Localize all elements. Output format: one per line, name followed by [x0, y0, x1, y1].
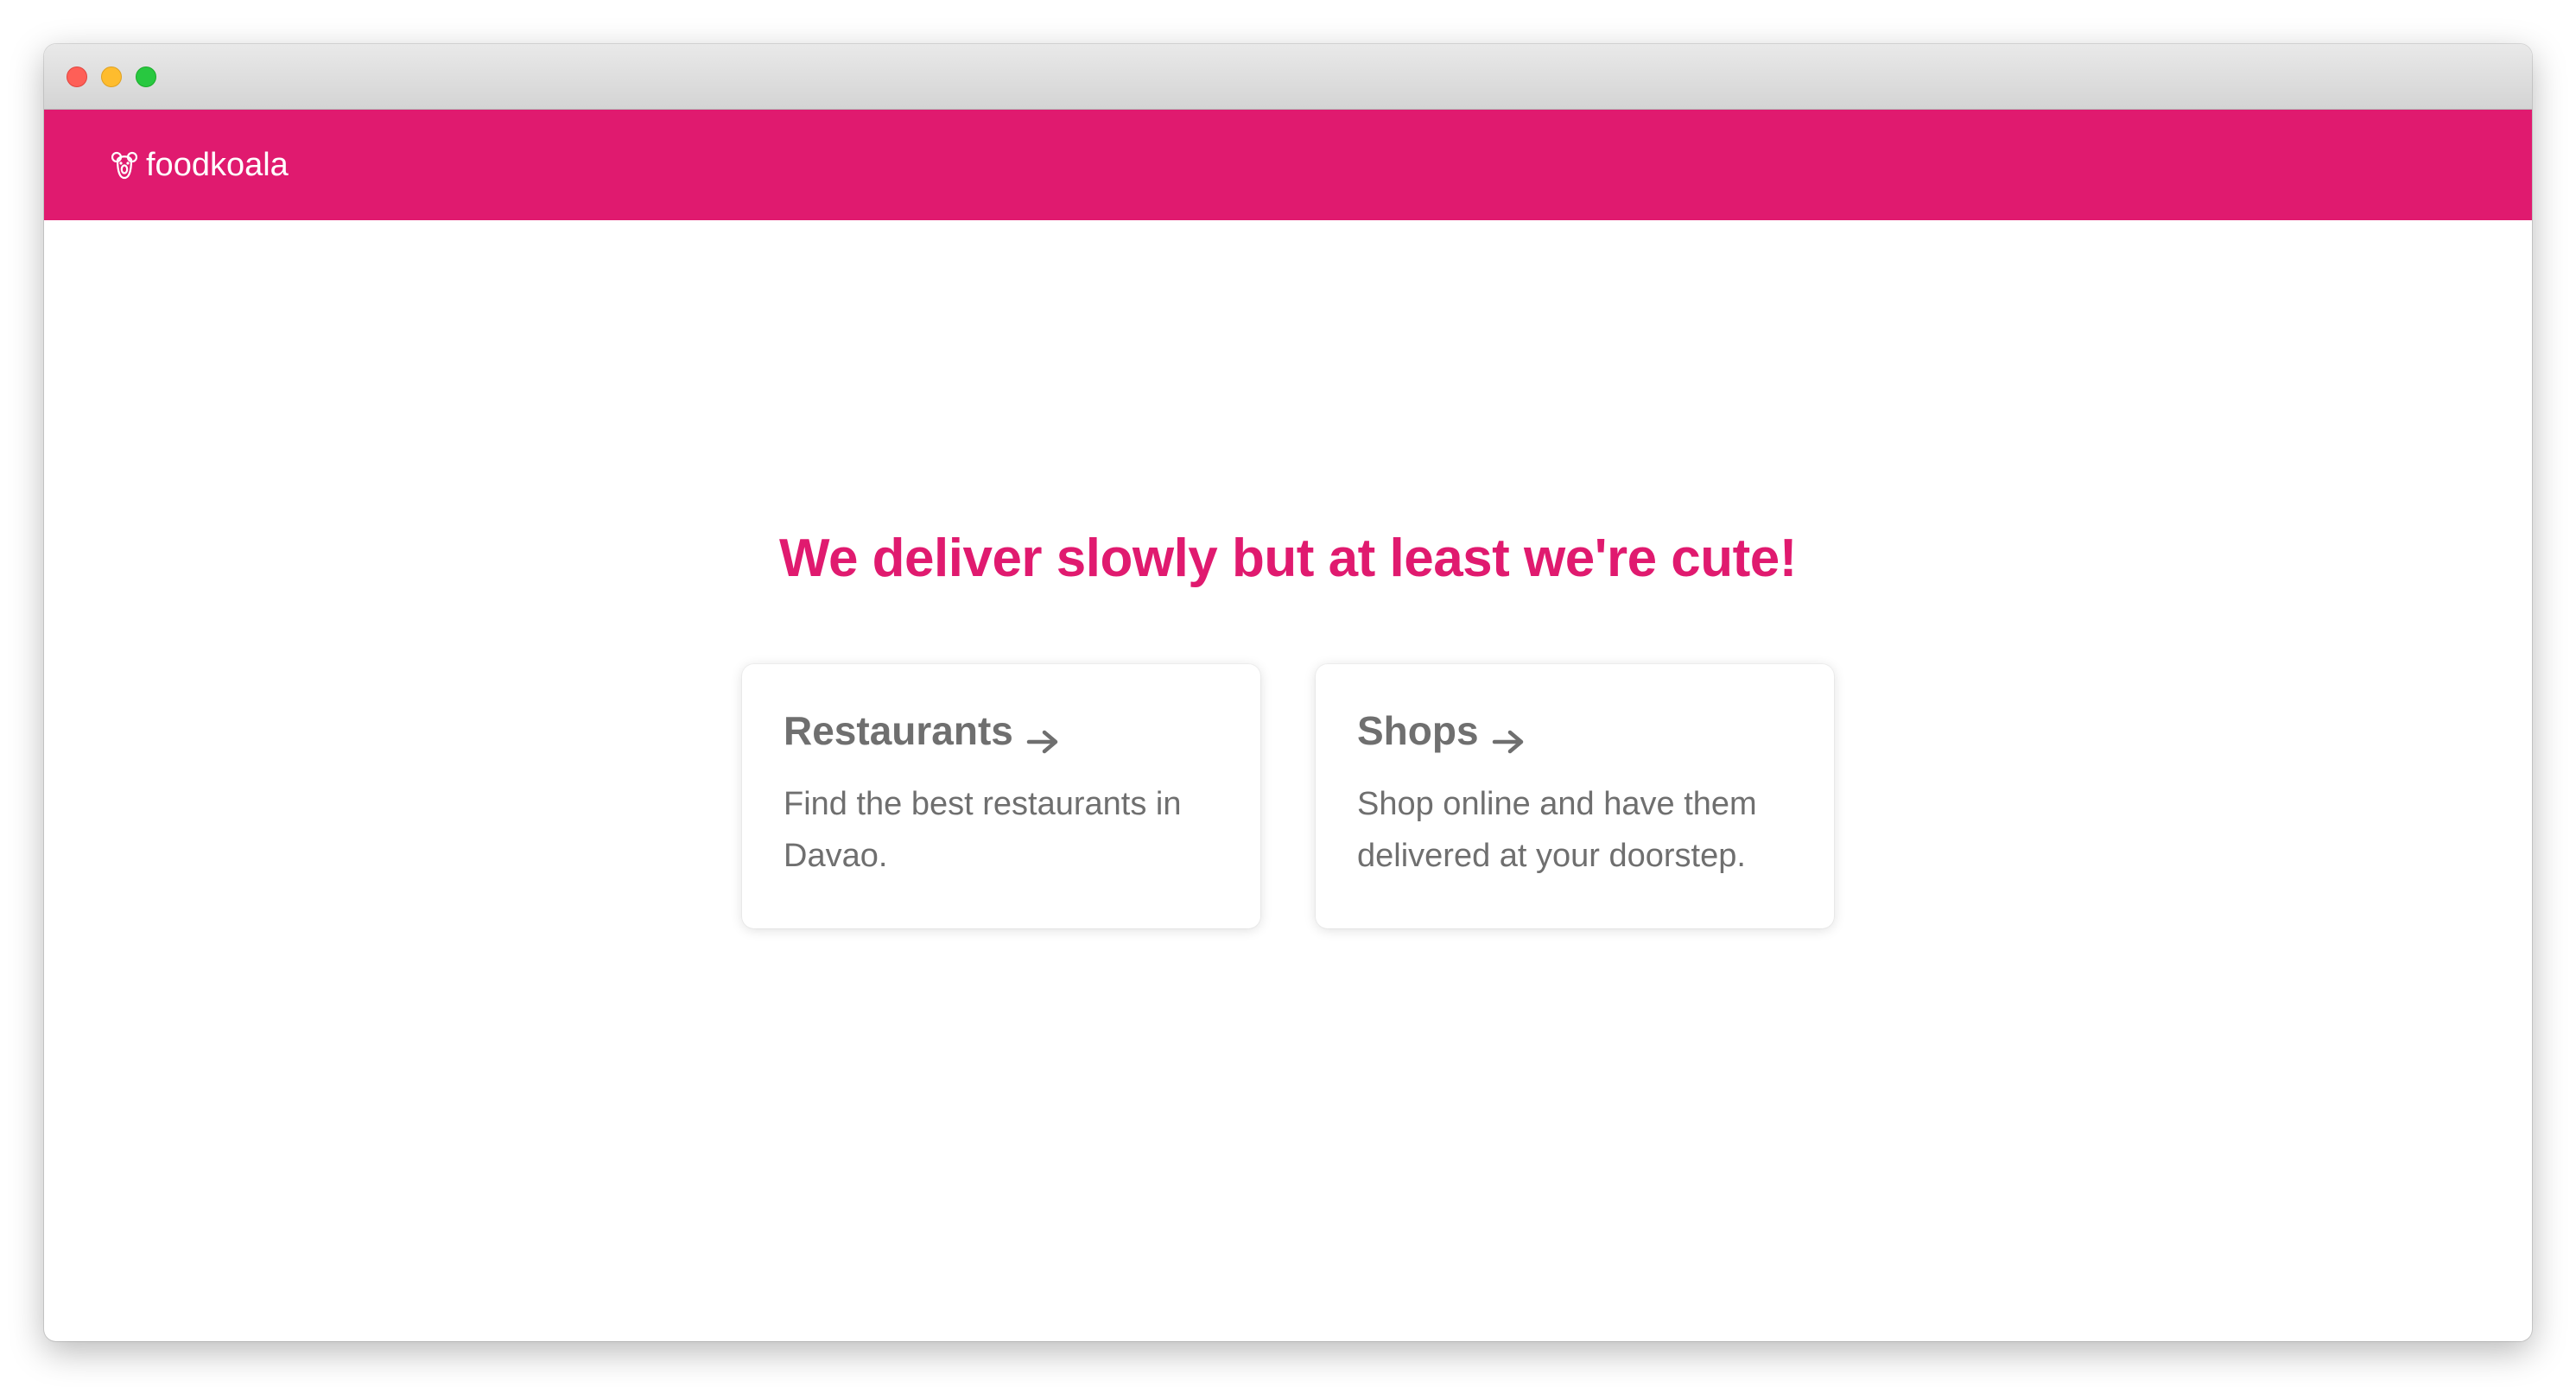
brand-name: foodkoala [146, 146, 289, 183]
site-navbar: foodkoala [44, 110, 2532, 220]
arrow-right-icon [1025, 718, 1060, 754]
browser-window: foodkoala We deliver slowly but at least… [44, 44, 2532, 1341]
arrow-right-icon [1491, 718, 1526, 754]
hero-headline: We deliver slowly but at least we're cut… [779, 529, 1797, 588]
close-window-button[interactable] [67, 66, 87, 87]
shops-card-title-text: Shops [1357, 708, 1479, 753]
shops-card-title: Shops [1357, 707, 1792, 754]
minimize-window-button[interactable] [101, 66, 122, 87]
shops-card[interactable]: Shops Shop online and have them delivere… [1316, 664, 1834, 928]
restaurants-card-title: Restaurants [784, 707, 1219, 754]
restaurants-card-title-text: Restaurants [784, 708, 1013, 753]
window-titlebar[interactable] [44, 44, 2532, 110]
maximize-window-button[interactable] [136, 66, 156, 87]
restaurants-card[interactable]: Restaurants Find the best restaurants in… [742, 664, 1260, 928]
koala-icon [111, 149, 138, 180]
shops-card-description: Shop online and have them delivered at y… [1357, 786, 1757, 874]
restaurants-card-description: Find the best restaurants in Davao. [784, 786, 1182, 874]
brand-link[interactable]: foodkoala [111, 110, 289, 220]
